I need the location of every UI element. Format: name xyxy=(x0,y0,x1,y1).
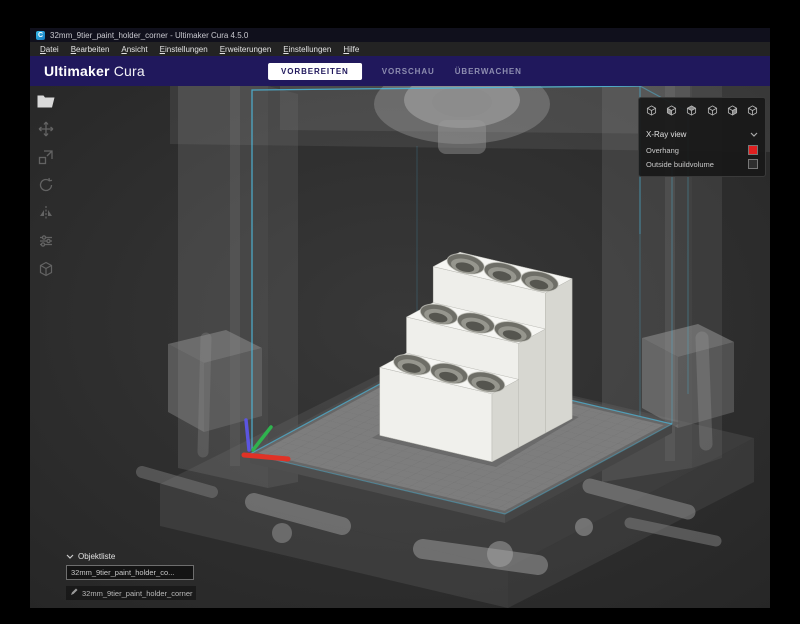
stage-tabs: VORBEREITEN VORSCHAU ÜBERWACHEN xyxy=(268,56,522,86)
object-list-item[interactable]: 32mm_9tier_paint_holder_co... xyxy=(66,565,194,580)
view-preset-left-icon[interactable] xyxy=(707,103,718,121)
tab-vorbereiten[interactable]: VORBEREITEN xyxy=(268,62,362,80)
object-list-title: Objektliste xyxy=(78,552,116,561)
open-file-button[interactable] xyxy=(34,89,58,113)
cura-window: C 32mm_9tier_paint_holder_corner - Ultim… xyxy=(30,28,770,608)
titlebar: C 32mm_9tier_paint_holder_corner - Ultim… xyxy=(30,28,770,42)
app-header: Ultimaker Cura VORBEREITEN VORSCHAU ÜBER… xyxy=(30,56,770,86)
menu-erweiterungen[interactable]: Erweiterungen xyxy=(214,45,278,54)
per-model-settings-button[interactable] xyxy=(34,229,58,253)
menu-bearbeiten[interactable]: Bearbeiten xyxy=(65,45,116,54)
window-title: 32mm_9tier_paint_holder_corner - Ultimak… xyxy=(50,30,249,40)
camera-view-presets xyxy=(646,103,758,121)
object-name-label: 32mm_9tier_paint_holder_corner xyxy=(82,588,193,598)
rotate-icon xyxy=(38,177,54,193)
cura-app-icon: C xyxy=(36,30,45,40)
screenshot-root: { "window": { "title": "32mm_9tier_paint… xyxy=(0,0,800,624)
object-list-header[interactable]: Objektliste xyxy=(66,552,196,561)
menu-einstellungen-2[interactable]: Einstellungen xyxy=(277,45,337,54)
brand-bold: Ultimaker xyxy=(44,63,110,79)
support-blocker-icon xyxy=(38,261,54,277)
legend-outside-label: Outside buildvolume xyxy=(646,159,714,169)
rotate-tool-button[interactable] xyxy=(34,173,58,197)
view-preset-right-icon[interactable] xyxy=(727,103,738,121)
per-model-settings-icon xyxy=(38,233,54,249)
legend-overhang: Overhang xyxy=(646,143,758,157)
menubar: Datei Bearbeiten Ansicht Einstellungen E… xyxy=(30,42,770,56)
left-toolbar xyxy=(32,89,60,281)
viewport: X-Ray view Overhang Outside buildvolume … xyxy=(30,86,770,608)
view-mode-dropdown[interactable]: X-Ray view xyxy=(646,127,758,143)
menu-einstellungen[interactable]: Einstellungen xyxy=(154,45,214,54)
edit-pencil-icon xyxy=(70,588,78,598)
object-list: Objektliste 32mm_9tier_paint_holder_co..… xyxy=(66,552,197,600)
scale-tool-button[interactable] xyxy=(34,145,58,169)
outside-buildvolume-color-swatch xyxy=(748,159,758,169)
brand-logo: Ultimaker Cura xyxy=(44,63,145,79)
tab-vorschau[interactable]: VORSCHAU xyxy=(382,67,435,76)
object-name-row[interactable]: 32mm_9tier_paint_holder_corner xyxy=(66,586,197,600)
view-preset-front-icon[interactable] xyxy=(666,103,677,121)
overhang-color-swatch xyxy=(748,145,758,155)
chevron-down-icon xyxy=(66,552,74,561)
legend-outside-buildvolume: Outside buildvolume xyxy=(646,157,758,171)
open-folder-icon xyxy=(37,94,55,108)
tab-ueberwachen[interactable]: ÜBERWACHEN xyxy=(455,67,522,76)
view-preset-top-icon[interactable] xyxy=(686,103,697,121)
menu-ansicht[interactable]: Ansicht xyxy=(115,45,153,54)
mirror-icon xyxy=(38,205,54,221)
view-preset-3d-icon[interactable] xyxy=(646,103,657,121)
legend-overhang-label: Overhang xyxy=(646,145,679,155)
menu-hilfe[interactable]: Hilfe xyxy=(337,45,365,54)
brand-light: Cura xyxy=(113,63,145,79)
view-settings-panel: X-Ray view Overhang Outside buildvolume xyxy=(638,97,766,177)
menu-datei[interactable]: Datei xyxy=(34,45,65,54)
support-blocker-button[interactable] xyxy=(34,257,58,281)
scale-icon xyxy=(38,149,54,165)
view-mode-label: X-Ray view xyxy=(646,130,687,139)
move-tool-button[interactable] xyxy=(34,117,58,141)
move-icon xyxy=(38,121,54,137)
mirror-tool-button[interactable] xyxy=(34,201,58,225)
view-preset-bottom-icon[interactable] xyxy=(747,103,758,121)
chevron-down-icon xyxy=(750,130,758,139)
